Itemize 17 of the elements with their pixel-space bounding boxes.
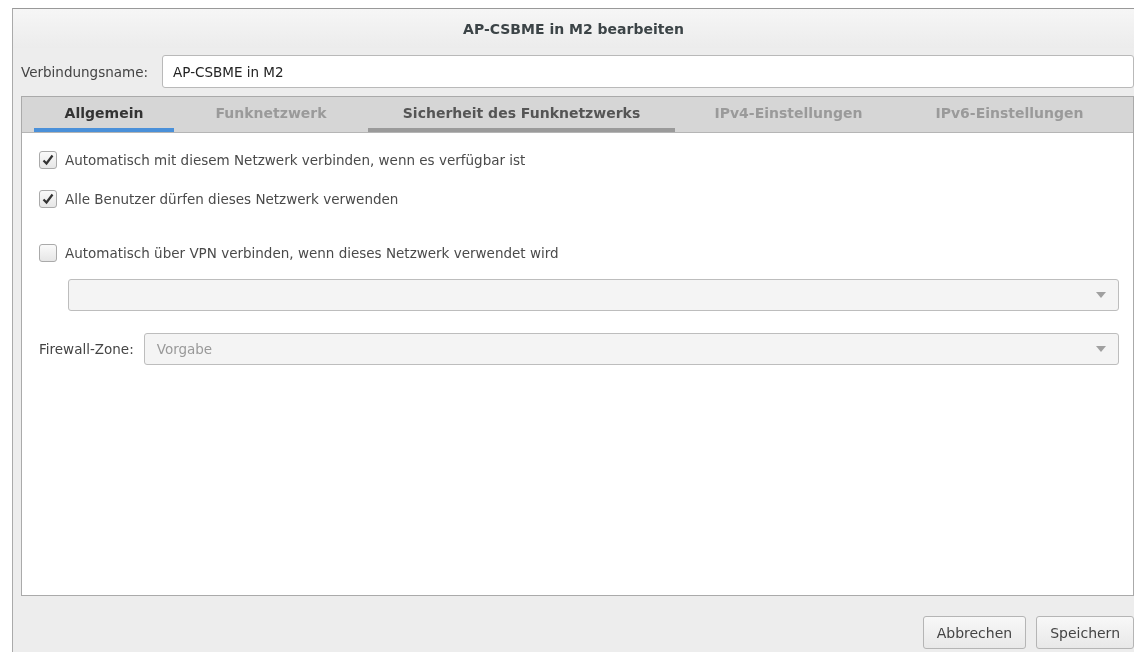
dialog-button[interactable]: Abbrechen: [922, 616, 1027, 649]
caret-icon: [1096, 292, 1106, 298]
tab[interactable]: Sicherheit des Funknetzwerks: [368, 97, 675, 132]
field-label: Verbindungsname:: [21, 63, 149, 80]
checkbox[interactable]: [39, 190, 57, 208]
checkbox-label[interactable]: Alle Benutzer dürfen dieses Netzwerk verwenden: [65, 191, 399, 207]
input-field[interactable]: AP-CSBME in M2: [162, 55, 1134, 88]
checkbox-label[interactable]: Automatisch mit diesem Netzwerk verbinden, wenn es verfügbar ist: [65, 152, 526, 168]
field-label: Firewall-Zone:: [39, 341, 134, 357]
checkbox[interactable]: [39, 151, 57, 169]
dropdown-value: Vorgabe: [156, 341, 213, 357]
checkbox-label[interactable]: Automatisch über VPN verbinden, wenn dieses Netzwerk verwendet wird: [65, 245, 559, 261]
window-title: AP-CSBME in M2 bearbeiten: [463, 20, 684, 37]
tab[interactable]: Allgemein: [34, 97, 174, 132]
checkbox[interactable]: [39, 244, 57, 262]
caret-icon: [1096, 346, 1106, 352]
dialog-button[interactable]: Speichern: [1036, 616, 1134, 649]
